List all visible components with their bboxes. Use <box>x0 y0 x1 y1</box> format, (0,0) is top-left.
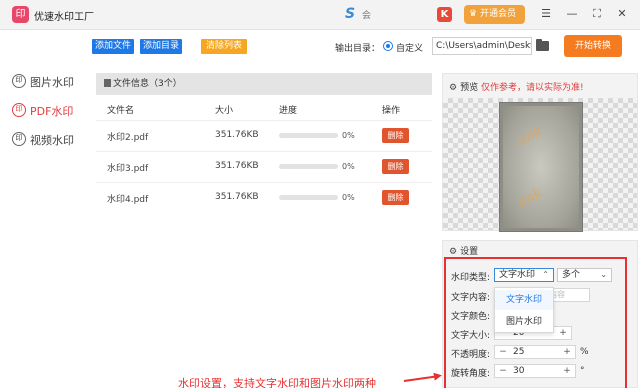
progress-text: 0% <box>342 131 355 140</box>
progress-text: 0% <box>342 193 355 202</box>
delete-button[interactable]: 删除 <box>382 128 409 143</box>
output-dir-label: 输出目录： <box>335 44 381 54</box>
preview-page-content: ank ank <box>503 106 579 228</box>
add-folder-button[interactable]: 添加目录 <box>140 39 183 54</box>
delete-button[interactable]: 删除 <box>382 190 409 205</box>
k-logo-icon[interactable]: K <box>437 7 452 22</box>
preview-header: ⚙ 预览 仅作参考，请以实际为准! <box>449 80 584 93</box>
sidebar-item-label: 视频水印 <box>30 134 74 147</box>
watermark-type-value: 文字水印 <box>499 270 536 280</box>
dropdown-option-text-watermark[interactable]: 文字水印 <box>495 290 553 310</box>
minus-icon[interactable]: − <box>497 365 509 377</box>
text-color-label: 文字颜色: <box>451 312 491 322</box>
folder-icon[interactable] <box>536 39 549 51</box>
stamp-icon: 印 <box>12 132 26 146</box>
title-bar: 印 优速水印工厂 S 会 K ♛ 开通会员 ☰ — ⛶ ✕ <box>0 0 640 30</box>
arrow-right-icon <box>433 371 443 381</box>
document-icon <box>104 79 111 87</box>
watermark-type-select[interactable]: 文字水印 ⌃ <box>494 268 554 282</box>
table-row[interactable]: 水印2.pdf 351.76KB 0% 删除 <box>96 120 432 150</box>
opacity-unit: % <box>580 347 589 357</box>
start-convert-button[interactable]: 开始转换 <box>564 35 622 57</box>
watermark-text: ank <box>514 122 546 150</box>
preview-canvas: ank ank <box>443 98 637 232</box>
vip-label: 开通会员 <box>480 9 517 19</box>
file-name: 水印4.pdf <box>107 195 149 205</box>
menu-icon[interactable]: ☰ <box>539 7 553 21</box>
vip-button[interactable]: ♛ 开通会员 <box>464 5 525 24</box>
stamp-icon: 印 <box>12 103 26 117</box>
file-name: 水印2.pdf <box>107 133 149 143</box>
preview-note: 仅作参考，请以实际为准! <box>480 83 584 93</box>
app-title: 优速水印工厂 <box>34 12 94 23</box>
file-list-panel: 文件信息（3个） 文件名 大小 进度 操作 水印2.pdf 351.76KB 0… <box>96 73 432 388</box>
gear-icon: ⚙ <box>449 247 458 257</box>
preview-panel: ⚙ 预览 仅作参考，请以实际为准! ank ank <box>442 73 638 232</box>
watermark-type-dropdown: 文字水印 图片水印 <box>494 287 554 333</box>
output-path-field[interactable]: C:\Users\admin\Deskto <box>432 37 532 55</box>
file-size: 351.76KB <box>215 130 259 140</box>
add-file-button[interactable]: 添加文件 <box>92 39 135 54</box>
watermark-count-select[interactable]: 多个 ⌄ <box>557 268 612 282</box>
file-table: 文件名 大小 进度 操作 水印2.pdf 351.76KB 0% 删除 水印3.… <box>96 95 432 388</box>
column-header-name: 文件名 <box>107 106 135 116</box>
plus-icon[interactable]: + <box>561 365 573 377</box>
table-row[interactable]: 水印3.pdf 351.76KB 0% 删除 <box>96 151 432 181</box>
rotation-unit: ° <box>580 366 585 376</box>
chevron-up-icon: ⌃ <box>542 270 549 279</box>
watermark-text: ank <box>514 184 546 212</box>
progress-bar <box>279 195 338 200</box>
watermark-type-label: 水印类型: <box>451 273 491 283</box>
settings-title: 设置 <box>460 247 479 257</box>
opacity-stepper[interactable]: − 25 + <box>494 345 576 359</box>
opacity-label: 不透明度: <box>451 350 491 360</box>
text-content-label: 文字内容: <box>451 293 491 303</box>
file-info-header: 文件信息（3个） <box>96 73 432 95</box>
progress-bar <box>279 133 338 138</box>
watermark-count-value: 多个 <box>562 270 581 280</box>
stamp-icon: 印 <box>12 74 26 88</box>
user-label[interactable]: 会 <box>362 8 371 21</box>
preview-title: 预览 <box>460 83 479 93</box>
plus-icon[interactable]: + <box>561 346 573 358</box>
dropdown-option-image-watermark[interactable]: 图片水印 <box>495 312 553 332</box>
opacity-value: 25 <box>513 347 525 357</box>
minus-icon[interactable]: − <box>497 346 509 358</box>
rotation-value: 30 <box>513 366 525 376</box>
minimize-icon[interactable]: — <box>565 7 579 21</box>
chevron-down-icon: ⌄ <box>600 270 607 279</box>
rotation-label: 旋转角度: <box>451 369 491 379</box>
annotation-text: 水印设置，支持文字水印和图片水印两种 <box>178 377 376 388</box>
custom-radio-label[interactable]: 自定义 <box>396 41 423 54</box>
custom-radio[interactable] <box>383 41 393 51</box>
progress-text: 0% <box>342 162 355 171</box>
maximize-icon[interactable]: ⛶ <box>590 7 604 21</box>
close-icon[interactable]: ✕ <box>615 7 629 21</box>
file-size: 351.76KB <box>215 161 259 171</box>
sidebar-item-label: PDF水印 <box>30 105 74 118</box>
column-header-progress: 进度 <box>279 106 298 116</box>
column-header-action: 操作 <box>382 106 401 116</box>
s-logo-icon[interactable]: S <box>342 6 358 22</box>
sidebar-item-label: 图片水印 <box>30 76 74 89</box>
preview-page: ank ank <box>499 102 583 232</box>
file-size: 351.76KB <box>215 192 259 202</box>
settings-header: ⚙ 设置 <box>449 244 478 257</box>
plus-icon[interactable]: + <box>557 327 569 339</box>
crown-icon: ♛ <box>469 9 478 19</box>
file-info-title: 文件信息（3个） <box>113 79 182 89</box>
app-logo-icon: 印 <box>12 6 29 23</box>
file-name: 水印3.pdf <box>107 164 149 174</box>
text-size-label: 文字大小: <box>451 331 491 341</box>
clear-list-button[interactable]: 清除列表 <box>201 39 248 54</box>
delete-button[interactable]: 删除 <box>382 159 409 174</box>
table-row[interactable]: 水印4.pdf 351.76KB 0% 删除 <box>96 182 432 212</box>
progress-bar <box>279 164 338 169</box>
gear-icon: ⚙ <box>449 83 458 93</box>
sidebar: 印 图片水印 印 PDF水印 印 视频水印 <box>0 30 84 388</box>
column-header-size: 大小 <box>215 106 234 116</box>
rotation-stepper[interactable]: − 30 + <box>494 364 576 378</box>
